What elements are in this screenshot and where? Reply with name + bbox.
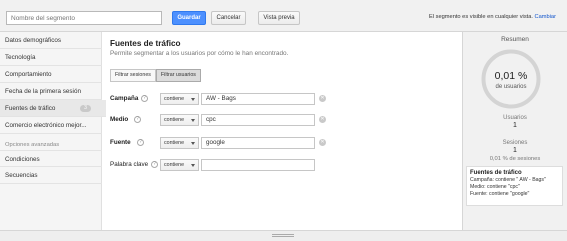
sidebar-item-enhanced-ecommerce[interactable]: Comercio electrónico mejor... [0,117,102,134]
sidebar-item-technology[interactable]: Tecnología [0,49,102,66]
campaign-condition-row: Campaña ? contiene AW - Bags ✕ [110,93,340,106]
segment-definition-summary: Fuentes de tráfico Campaña: contiene " A… [466,166,563,206]
segment-name-input[interactable] [6,11,162,25]
source-value-input[interactable]: google [201,137,315,149]
clear-icon[interactable]: ✕ [319,95,326,102]
sessions-value: 1 [513,147,517,154]
operator-value: contiene [164,162,185,168]
segment-categories-sidebar: Datos demográficos Tecnología Comportami… [0,32,106,230]
tab-filter-users[interactable]: Filtrar usuarios [155,69,201,82]
sidebar-item-label: Comportamiento [5,71,52,78]
help-icon[interactable]: ? [151,161,158,168]
save-button[interactable]: Guardar [172,11,206,25]
users-percentage-gauge: 0,01 % de usuarios [480,48,542,110]
filter-count-badge: 3 [80,105,91,112]
clear-icon[interactable]: ✕ [319,139,326,146]
sidebar-item-sequences[interactable]: Secuencias [0,167,102,184]
traffic-sources-panel: Fuentes de tráfico Permite segmentar a l… [103,32,461,230]
sidebar-item-label: Condiciones [5,156,40,163]
sidebar-item-first-session-date[interactable]: Fecha de la primera sesión [0,83,102,100]
preview-button[interactable]: Vista previa [258,11,300,25]
medium-label: Medio [110,116,129,123]
campaign-operator-select[interactable]: contiene [160,93,199,105]
users-percentage-caption: de usuarios [495,84,527,90]
campaign-value-input[interactable]: AW - Bags [201,93,315,105]
sidebar-item-label: Fuentes de tráfico [5,105,56,112]
users-value: 1 [513,122,517,129]
summary-condition-line: Fuente: contiene "google" [470,191,530,197]
operator-value: contiene [164,117,185,123]
users-percentage: 0,01 % [494,70,528,82]
sidebar-item-behavior[interactable]: Comportamiento [0,66,102,83]
source-condition-row: Fuente ? contiene google ✕ [110,137,340,150]
chevron-down-icon [191,98,195,101]
chevron-down-icon [191,142,195,145]
help-icon[interactable]: ? [134,116,141,123]
medium-condition-row: Medio ? contiene cpc ✕ [110,114,340,127]
chevron-down-icon [191,119,195,122]
clear-icon[interactable]: ✕ [319,116,326,123]
medium-value-input[interactable]: cpc [201,114,315,126]
sidebar-item-label: Comercio electrónico mejor... [5,122,87,129]
page-title: Fuentes de tráfico [110,39,181,48]
sidebar-item-demographics[interactable]: Datos demográficos [0,32,102,49]
keyword-label: Palabra clave [110,161,149,168]
help-icon[interactable]: ? [141,95,148,102]
sidebar-item-conditions[interactable]: Condiciones [0,150,102,167]
users-label: Usuarios [503,115,527,121]
sessions-label: Sesiones [502,140,528,146]
keyword-condition-row: Palabra clave ? contiene [110,159,340,172]
summary-title: Resumen [501,36,529,43]
filter-scope-tabs: Filtrar sesiones Filtrar usuarios [110,69,201,82]
help-icon[interactable]: ? [137,139,144,146]
visibility-text: El segmento es visible en cualquier vist… [428,14,533,20]
operator-value: contiene [164,140,185,146]
sidebar-item-label: Fecha de la primera sesión [5,88,81,95]
summary-panel: Resumen 0,01 % de usuarios Usuarios 1 Se… [462,32,567,230]
sidebar-item-traffic-sources[interactable]: Fuentes de tráfico 3 [0,100,106,117]
drag-handle-icon[interactable] [272,234,294,237]
keyword-operator-select[interactable]: contiene [160,159,199,171]
medium-operator-select[interactable]: contiene [160,114,199,126]
segment-toolbar: Guardar Cancelar Vista previa El segment… [0,0,567,32]
cancel-button[interactable]: Cancelar [211,11,246,25]
source-label: Fuente [110,139,131,146]
change-visibility-link[interactable]: Cambiar [535,14,557,20]
campaign-label: Campaña [110,95,139,102]
page-subtitle: Permite segmentar a los usuarios por cóm… [110,50,289,57]
sidebar-item-label: Datos demográficos [5,37,61,44]
source-operator-select[interactable]: contiene [160,137,199,149]
operator-value: contiene [164,96,185,102]
resize-bar[interactable] [0,230,567,241]
sessions-percentage: 0,01 % de sesiones [489,156,541,162]
summary-condition-line: Medio: contiene "cpc" [470,184,520,190]
keyword-value-input[interactable] [201,159,315,171]
advanced-options-heading: Opciones avanzadas [5,142,60,148]
tab-filter-sessions[interactable]: Filtrar sesiones [110,69,156,82]
summary-box-title: Fuentes de tráfico [470,170,522,176]
summary-condition-line: Campaña: contiene " AW - Bags" [470,177,546,183]
chevron-down-icon [191,164,195,167]
sidebar-item-label: Tecnología [5,54,36,61]
sidebar-item-label: Secuencias [5,172,38,179]
